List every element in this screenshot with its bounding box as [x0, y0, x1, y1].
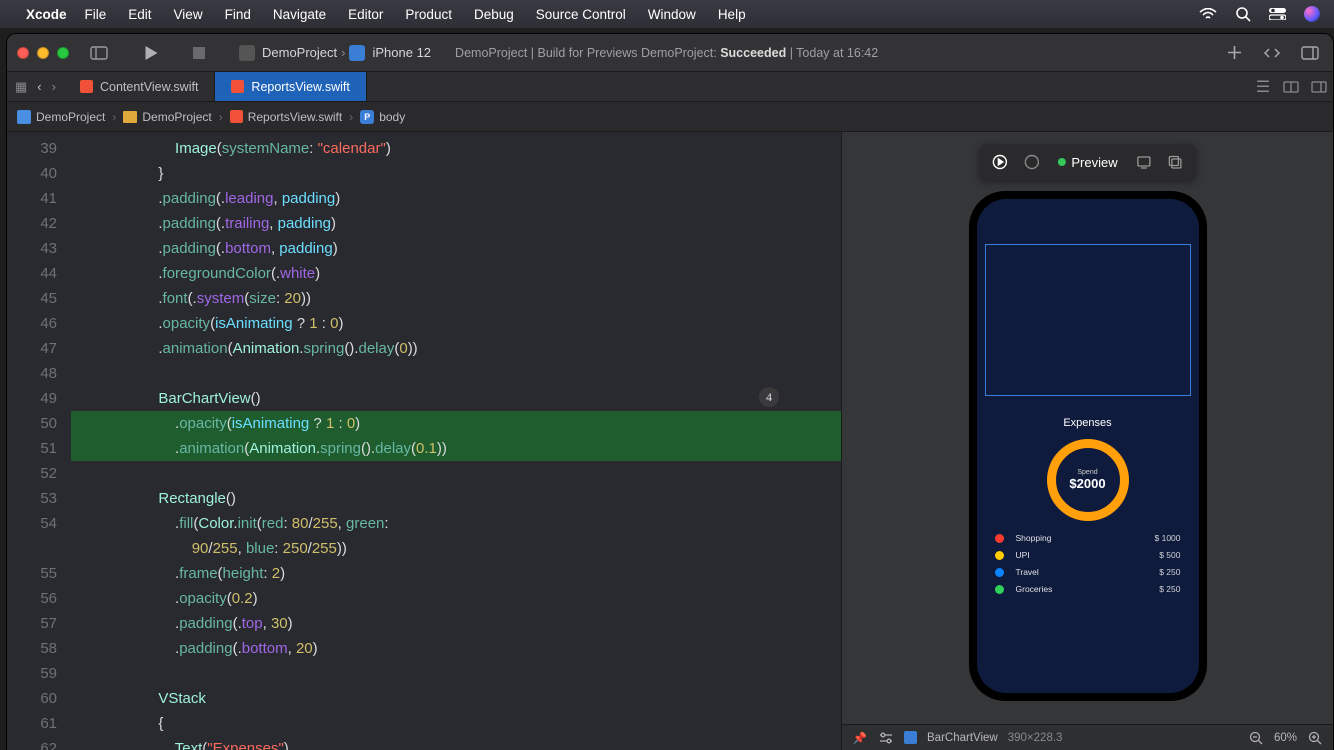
menu-navigate[interactable]: Navigate	[273, 7, 326, 22]
preview-selection-box	[985, 244, 1191, 396]
control-center-icon[interactable]	[1269, 8, 1286, 20]
scheme-selector[interactable]: DemoProject › iPhone 12	[239, 45, 431, 61]
preview-label[interactable]: Preview	[1047, 148, 1127, 176]
swift-file-icon	[230, 110, 243, 123]
wifi-icon[interactable]	[1199, 8, 1217, 21]
legend-row: Groceries$ 250	[995, 584, 1181, 594]
nav-back-button[interactable]: ‹	[37, 79, 41, 94]
add-editor-icon[interactable]	[1305, 72, 1333, 101]
legend-dot	[995, 534, 1004, 543]
stop-button[interactable]	[187, 41, 211, 65]
phone-mock: Expenses Spend $2000 Shopping$ 1000 UPI$ …	[969, 191, 1207, 701]
code-content[interactable]: Image(systemName: "calendar") } .padding…	[71, 132, 841, 750]
live-preview-button[interactable]	[983, 148, 1015, 176]
sidebar-toggle-icon[interactable]	[87, 41, 111, 65]
menu-editor[interactable]: Editor	[348, 7, 383, 22]
zoom-window-button[interactable]	[57, 47, 69, 59]
menu-source-control[interactable]: Source Control	[536, 7, 626, 22]
preview-pane: Preview Expenses Spend $2000 Sh	[841, 132, 1333, 750]
device-settings-button[interactable]	[1128, 148, 1160, 176]
legend-row: UPI$ 500	[995, 550, 1181, 560]
legend-dot	[995, 568, 1004, 577]
tab-contentview-swift[interactable]: ContentView.swift	[64, 72, 215, 101]
chevron-right-icon: ›	[341, 45, 345, 60]
traffic-lights[interactable]	[17, 47, 69, 59]
add-tab-button[interactable]	[1221, 40, 1247, 66]
duplicate-preview-button[interactable]	[1160, 148, 1192, 176]
property-icon: P	[360, 110, 374, 124]
menu-file[interactable]: File	[85, 7, 107, 22]
swift-file-icon	[231, 80, 244, 93]
code-editor[interactable]: 3940414243444546474849505152535455565758…	[7, 132, 841, 750]
adjust-editor-icon[interactable]	[1277, 72, 1305, 101]
main-split: 3940414243444546474849505152535455565758…	[7, 132, 1333, 750]
minimize-window-button[interactable]	[37, 47, 49, 59]
spend-ring: Spend $2000	[1047, 439, 1129, 521]
expenses-title: Expenses	[977, 417, 1199, 429]
breadcrumb[interactable]: DemoProject › DemoProject › ReportsView.…	[7, 102, 1333, 132]
menu-product[interactable]: Product	[405, 7, 452, 22]
window-toolbar: DemoProject › iPhone 12 DemoProject | Bu…	[7, 34, 1333, 72]
spotlight-icon[interactable]	[1235, 6, 1251, 22]
preview-status-dot	[1057, 158, 1065, 166]
project-icon	[17, 110, 31, 124]
zoom-level[interactable]: 60%	[1274, 732, 1297, 744]
zoom-out-button[interactable]	[1248, 730, 1264, 746]
preview-footer: 📌 BarChartView 390×228.3 60%	[842, 724, 1333, 750]
phone-screen: Expenses Spend $2000 Shopping$ 1000 UPI$ …	[977, 199, 1199, 693]
build-status: DemoProject | Build for Previews DemoPro…	[455, 46, 878, 60]
selected-view-name: BarChartView	[927, 732, 998, 744]
device-icon	[349, 45, 365, 61]
xcode-window: DemoProject › iPhone 12 DemoProject | Bu…	[6, 33, 1334, 750]
selectable-preview-button[interactable]	[1015, 148, 1047, 176]
close-window-button[interactable]	[17, 47, 29, 59]
app-icon	[239, 45, 255, 61]
siri-icon[interactable]	[1304, 6, 1320, 22]
preview-toolbar: Preview	[979, 144, 1195, 180]
scheme-device: iPhone 12	[372, 45, 431, 60]
related-items-icon[interactable]: ▦	[15, 79, 27, 95]
tab-bar: ▦ ‹ › ContentView.swiftReportsView.swift…	[7, 72, 1333, 102]
menu-window[interactable]: Window	[648, 7, 696, 22]
app-name[interactable]: Xcode	[26, 7, 67, 22]
expense-legend: Shopping$ 1000 UPI$ 500 Travel$ 250 Groceri…	[977, 533, 1199, 594]
menu-debug[interactable]: Debug	[474, 7, 514, 22]
scheme-project: DemoProject	[262, 45, 337, 60]
zoom-in-button[interactable]	[1307, 730, 1323, 746]
minimap-toggle-icon[interactable]: ☰	[1249, 72, 1277, 101]
code-review-icon[interactable]	[1259, 40, 1285, 66]
line-gutter: 3940414243444546474849505152535455565758…	[7, 132, 71, 750]
legend-row: Travel$ 250	[995, 567, 1181, 577]
pin-icon[interactable]: 📌	[852, 730, 868, 746]
legend-dot	[995, 585, 1004, 594]
menu-find[interactable]: Find	[225, 7, 251, 22]
swift-file-icon	[80, 80, 93, 93]
preview-canvas[interactable]: Expenses Spend $2000 Shopping$ 1000 UPI$ …	[842, 132, 1333, 724]
issue-badge[interactable]: 4	[759, 387, 779, 407]
view-dimensions: 390×228.3	[1008, 732, 1063, 744]
menu-edit[interactable]: Edit	[128, 7, 151, 22]
view-icon	[904, 731, 917, 744]
menu-view[interactable]: View	[174, 7, 203, 22]
legend-dot	[995, 551, 1004, 560]
menu-help[interactable]: Help	[718, 7, 746, 22]
nav-forward-button[interactable]: ›	[52, 79, 56, 94]
library-button[interactable]	[1297, 40, 1323, 66]
macos-menubar: Xcode File Edit View Find Navigate Editor Prod…	[0, 0, 1334, 28]
preview-settings-icon[interactable]	[878, 730, 894, 746]
legend-row: Shopping$ 1000	[995, 533, 1181, 543]
folder-icon	[123, 111, 137, 123]
run-button[interactable]	[139, 41, 163, 65]
tab-reportsview-swift[interactable]: ReportsView.swift	[215, 72, 366, 101]
